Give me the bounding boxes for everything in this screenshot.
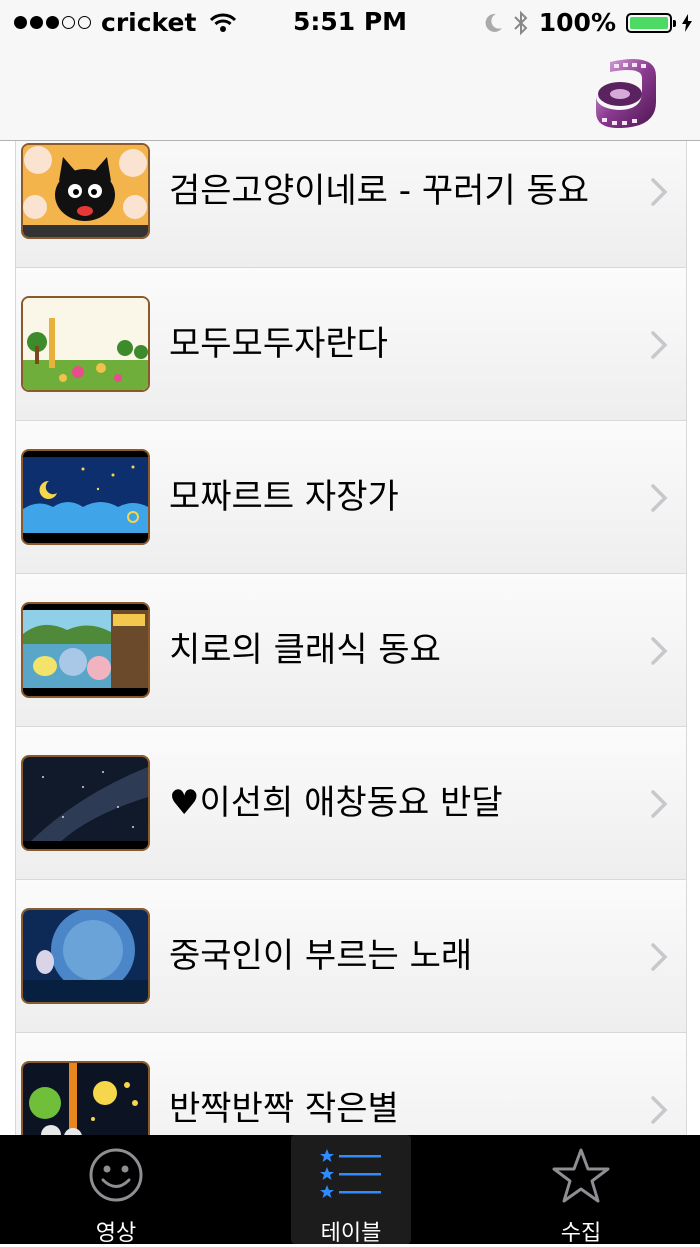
chevron-right-icon (651, 178, 668, 206)
list-item[interactable]: 반짝반짝 작은별 (16, 1033, 686, 1135)
chevron-right-icon (651, 484, 668, 512)
item-title: 모짜르트 자장가 (169, 477, 399, 517)
item-title: 반짝반짝 작은별 (169, 1089, 399, 1129)
film-reel-icon[interactable] (590, 54, 662, 132)
item-title: ♥이선희 애창동요 반달 (169, 783, 503, 823)
chevron-right-icon (651, 1096, 668, 1124)
tab-label: 수집 (560, 1221, 602, 1246)
tab-video[interactable]: 영상 (56, 1135, 176, 1246)
chevron-right-icon (651, 331, 668, 359)
list-item[interactable]: ♥이선희 애창동요 반달 (16, 727, 686, 880)
video-list: 검은고양이네로 - 꾸러기 동요 모두모두자란다 모짜르트 자장가 치로의 클래… (15, 141, 687, 1135)
moon-icon (485, 13, 502, 32)
list-item[interactable]: 검은고양이네로 - 꾸러기 동요 (16, 141, 686, 268)
battery-percent: 100% (538, 8, 616, 37)
bluetooth-icon (514, 10, 528, 35)
moon-rabbit-thumbnail (21, 908, 150, 1004)
charging-bolt-icon (682, 13, 692, 32)
black-cat-thumbnail (21, 143, 150, 239)
battery-icon (626, 12, 676, 33)
milky-way-thumbnail (21, 755, 150, 851)
chevron-right-icon (651, 943, 668, 971)
list-item[interactable]: 모두모두자란다 (16, 268, 686, 421)
status-bar: cricket 5:51 PM 100% (0, 0, 700, 44)
navigation-bar (0, 44, 700, 141)
item-title: 치로의 클래식 동요 (169, 630, 441, 670)
chevron-right-icon (651, 790, 668, 818)
tab-label: 영상 (95, 1221, 137, 1246)
list-item[interactable]: 치로의 클래식 동요 (16, 574, 686, 727)
list-item[interactable]: 모짜르트 자장가 (16, 421, 686, 574)
chiro-thumbnail (21, 602, 150, 698)
list-item[interactable]: 중국인이 부르는 노래 (16, 880, 686, 1033)
night-sky-thumbnail (21, 449, 150, 545)
tab-label: 테이블 (320, 1221, 382, 1246)
tab-table[interactable]: 테이블 (291, 1135, 411, 1246)
item-title: 모두모두자란다 (169, 324, 388, 364)
status-right: 100% (485, 8, 692, 37)
garden-thumbnail (21, 296, 150, 392)
twinkle-star-thumbnail (21, 1061, 150, 1135)
tab-bar: 영상 테이블 수집 (0, 1135, 700, 1246)
chevron-right-icon (651, 637, 668, 665)
list-star-icon (320, 1149, 381, 1198)
star-icon (552, 1148, 610, 1203)
smiley-icon (89, 1148, 143, 1202)
item-title: 중국인이 부르는 노래 (169, 936, 473, 976)
tab-collection[interactable]: 수집 (521, 1135, 641, 1246)
item-title: 검은고양이네로 - 꾸러기 동요 (169, 171, 590, 211)
